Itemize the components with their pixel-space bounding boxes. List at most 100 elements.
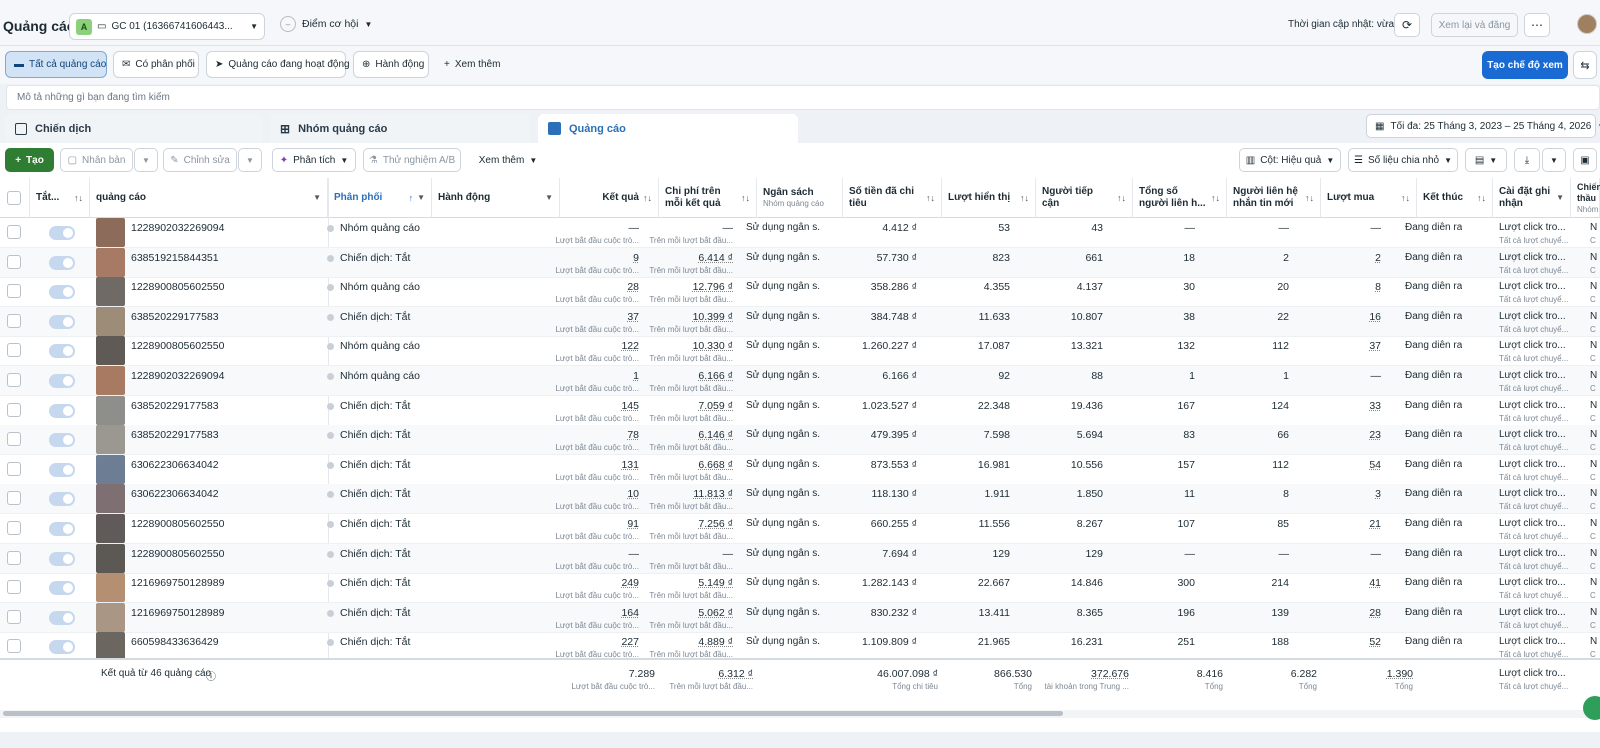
ad-thumbnail[interactable] <box>96 484 125 513</box>
header-purchases[interactable]: Lượt mua ↑↓ <box>1321 178 1417 218</box>
ad-thumbnail[interactable] <box>96 307 125 336</box>
header-bid[interactable]: Chiến thầu Nhóm <box>1571 178 1600 218</box>
filter-see-more[interactable]: + Xem thêm <box>436 51 508 78</box>
table-row[interactable]: 638520229177583 Chiến dịch: Tắt 37 Lượt bắt… <box>0 307 1600 337</box>
ad-name[interactable]: 1216969750128989 <box>131 577 224 589</box>
row-checkbox[interactable] <box>7 373 21 387</box>
export-button[interactable]: ⤓ <box>1514 148 1540 172</box>
account-selector[interactable]: A ▭ GC 01 (16366741606443... ▼ <box>69 13 265 40</box>
header-results[interactable]: Kết quả ↑↓ <box>560 178 659 218</box>
more-button[interactable]: ⋯ <box>1524 13 1550 37</box>
tab-campaigns[interactable]: Chiến dịch <box>5 114 263 143</box>
row-checkbox[interactable] <box>7 610 21 624</box>
row-checkbox[interactable] <box>7 639 21 653</box>
edit-button[interactable]: ✎ Chỉnh sửa <box>163 148 237 172</box>
row-checkbox[interactable] <box>7 551 21 565</box>
review-publish-button[interactable]: Xem lại và đăng <box>1431 13 1518 37</box>
chart-toggle-button[interactable]: ▣ <box>1573 148 1597 172</box>
create-button[interactable]: + Tạo <box>5 148 54 172</box>
row-toggle[interactable] <box>49 522 75 536</box>
table-row[interactable]: 638520229177583 Chiến dịch: Tắt 78 Lượt bắt… <box>0 425 1600 455</box>
edit-dropdown[interactable]: ▼ <box>238 148 262 172</box>
ad-thumbnail[interactable] <box>96 544 125 573</box>
header-ad[interactable]: quảng cáo ▼ <box>90 178 328 218</box>
header-onoff[interactable]: Tắt... ↑↓ <box>30 178 90 218</box>
table-row[interactable]: 1228900805602550Nhóm quảng cáo đã122Lượt… <box>0 336 1600 366</box>
ad-thumbnail[interactable] <box>96 218 125 247</box>
filter-active-ads[interactable]: ➤ Quảng cáo đang hoạt động <box>206 51 346 78</box>
header-select-all[interactable] <box>0 178 30 218</box>
row-checkbox[interactable] <box>7 255 21 269</box>
tab-ads[interactable]: Quảng cáo <box>538 114 798 143</box>
ad-thumbnail[interactable] <box>96 248 125 277</box>
ad-name[interactable]: 1228900805602550 <box>131 281 224 293</box>
see-more-button[interactable]: Xem thêm ▼ <box>473 148 543 172</box>
header-ends[interactable]: Kết thúc ↑↓ <box>1417 178 1493 218</box>
ad-thumbnail[interactable] <box>96 366 125 395</box>
header-spent[interactable]: Số tiền đã chi tiêu ↑↓ <box>843 178 942 218</box>
duplicate-dropdown[interactable]: ▼ <box>134 148 158 172</box>
row-toggle[interactable] <box>49 611 75 625</box>
table-row[interactable]: 1216969750128989 Chiến dịch: Tắt 249 Lượt b… <box>0 573 1600 603</box>
table-row[interactable]: 630622306634042 Chiến dịch: Tắt 131 Lượt bắ… <box>0 455 1600 485</box>
ad-thumbnail[interactable] <box>96 573 125 602</box>
ad-thumbnail[interactable] <box>96 277 125 306</box>
ad-name[interactable]: 638520229177583 <box>131 311 219 323</box>
breakdown-button[interactable]: ☰ Số liệu chia nhỏ ▼ <box>1348 148 1458 172</box>
row-toggle[interactable] <box>49 344 75 358</box>
header-impressions[interactable]: Lượt hiển thị ↑↓ <box>942 178 1036 218</box>
filter-settings-button[interactable]: ⇆ <box>1573 51 1597 79</box>
filter-actions[interactable]: ⊕ Hành động <box>353 51 429 78</box>
ad-name[interactable]: 630622306634042 <box>131 488 219 500</box>
ad-thumbnail[interactable] <box>96 336 125 365</box>
duplicate-button[interactable]: ▢ Nhân bản <box>60 148 133 172</box>
export-dropdown[interactable]: ▼ <box>1542 148 1566 172</box>
ad-name[interactable]: 1228900805602550 <box>131 340 224 352</box>
row-checkbox[interactable] <box>7 284 21 298</box>
reports-button[interactable]: ▤ ▼ <box>1465 148 1507 172</box>
ad-name[interactable]: 630622306634042 <box>131 459 219 471</box>
table-row[interactable]: 630622306634042 Chiến dịch: Tắt 10 Lượt bắt… <box>0 484 1600 514</box>
ad-name[interactable]: 638520229177583 <box>131 429 219 441</box>
help-bubble-icon[interactable] <box>1583 696 1600 720</box>
analyze-button[interactable]: ✦ Phân tích ▼ <box>272 148 356 172</box>
table-row[interactable]: 1228902032269094 Nhóm quảng cáo đã 1 Lượt b… <box>0 366 1600 396</box>
row-checkbox[interactable] <box>7 403 21 417</box>
header-budget[interactable]: Ngân sách Nhóm quảng cáo <box>757 178 843 218</box>
ad-name[interactable]: 638519215844351 <box>131 252 219 264</box>
row-toggle[interactable] <box>49 640 75 654</box>
row-toggle[interactable] <box>49 404 75 418</box>
tab-adsets[interactable]: ⊞ Nhóm quảng cáo <box>270 114 530 143</box>
row-toggle[interactable] <box>49 226 75 240</box>
table-row[interactable]: 638520229177583 Chiến dịch: Tắt 145 Lượt bắ… <box>0 396 1600 426</box>
row-toggle[interactable] <box>49 256 75 270</box>
opportunity-score[interactable]: – Điểm cơ hội ▼ <box>280 16 372 32</box>
table-row[interactable]: 638519215844351 Chiến dịch: Tắt 9 Lượt bắt … <box>0 248 1600 278</box>
row-toggle[interactable] <box>49 552 75 566</box>
columns-button[interactable]: ▥ Cột: Hiệu quả ▼ <box>1239 148 1341 172</box>
row-checkbox[interactable] <box>7 580 21 594</box>
scrollbar-thumb[interactable] <box>3 711 1063 716</box>
ad-name[interactable]: 1228900805602550 <box>131 548 224 560</box>
table-row[interactable]: 1216969750128989 Chiến dịch: Tắt 164 Lượt b… <box>0 603 1600 633</box>
header-cost-per-result[interactable]: Chi phí trên mỗi kết quả ↑↓ <box>659 178 757 218</box>
header-new-contacts[interactable]: Người liên hệ nhắn tin mới ↑↓ <box>1227 178 1321 218</box>
ad-name[interactable]: 638520229177583 <box>131 400 219 412</box>
header-reach[interactable]: Người tiếp cận ↑↓ <box>1036 178 1133 218</box>
row-checkbox[interactable] <box>7 462 21 476</box>
ad-thumbnail[interactable] <box>96 603 125 632</box>
row-checkbox[interactable] <box>7 521 21 535</box>
row-toggle[interactable] <box>49 463 75 477</box>
ad-thumbnail[interactable] <box>96 425 125 454</box>
date-range-picker[interactable]: ▦ Tối đa: 25 Tháng 3, 2023 – 25 Tháng 4,… <box>1366 114 1596 138</box>
create-view-button[interactable]: Tạo chế độ xem <box>1482 51 1568 79</box>
avatar[interactable] <box>1577 14 1597 34</box>
table-row[interactable]: 1228902032269094Nhóm quảng cáo đã—Lượt b… <box>0 218 1600 248</box>
row-checkbox[interactable] <box>7 491 21 505</box>
header-actions[interactable]: Hành động ▼ <box>432 178 560 218</box>
search-input[interactable]: Mô tả những gì bạn đang tìm kiếm <box>6 85 1600 110</box>
row-checkbox[interactable] <box>7 432 21 446</box>
row-toggle[interactable] <box>49 285 75 299</box>
ab-test-button[interactable]: ⚗ Thử nghiệm A/B <box>363 148 461 172</box>
row-toggle[interactable] <box>49 492 75 506</box>
